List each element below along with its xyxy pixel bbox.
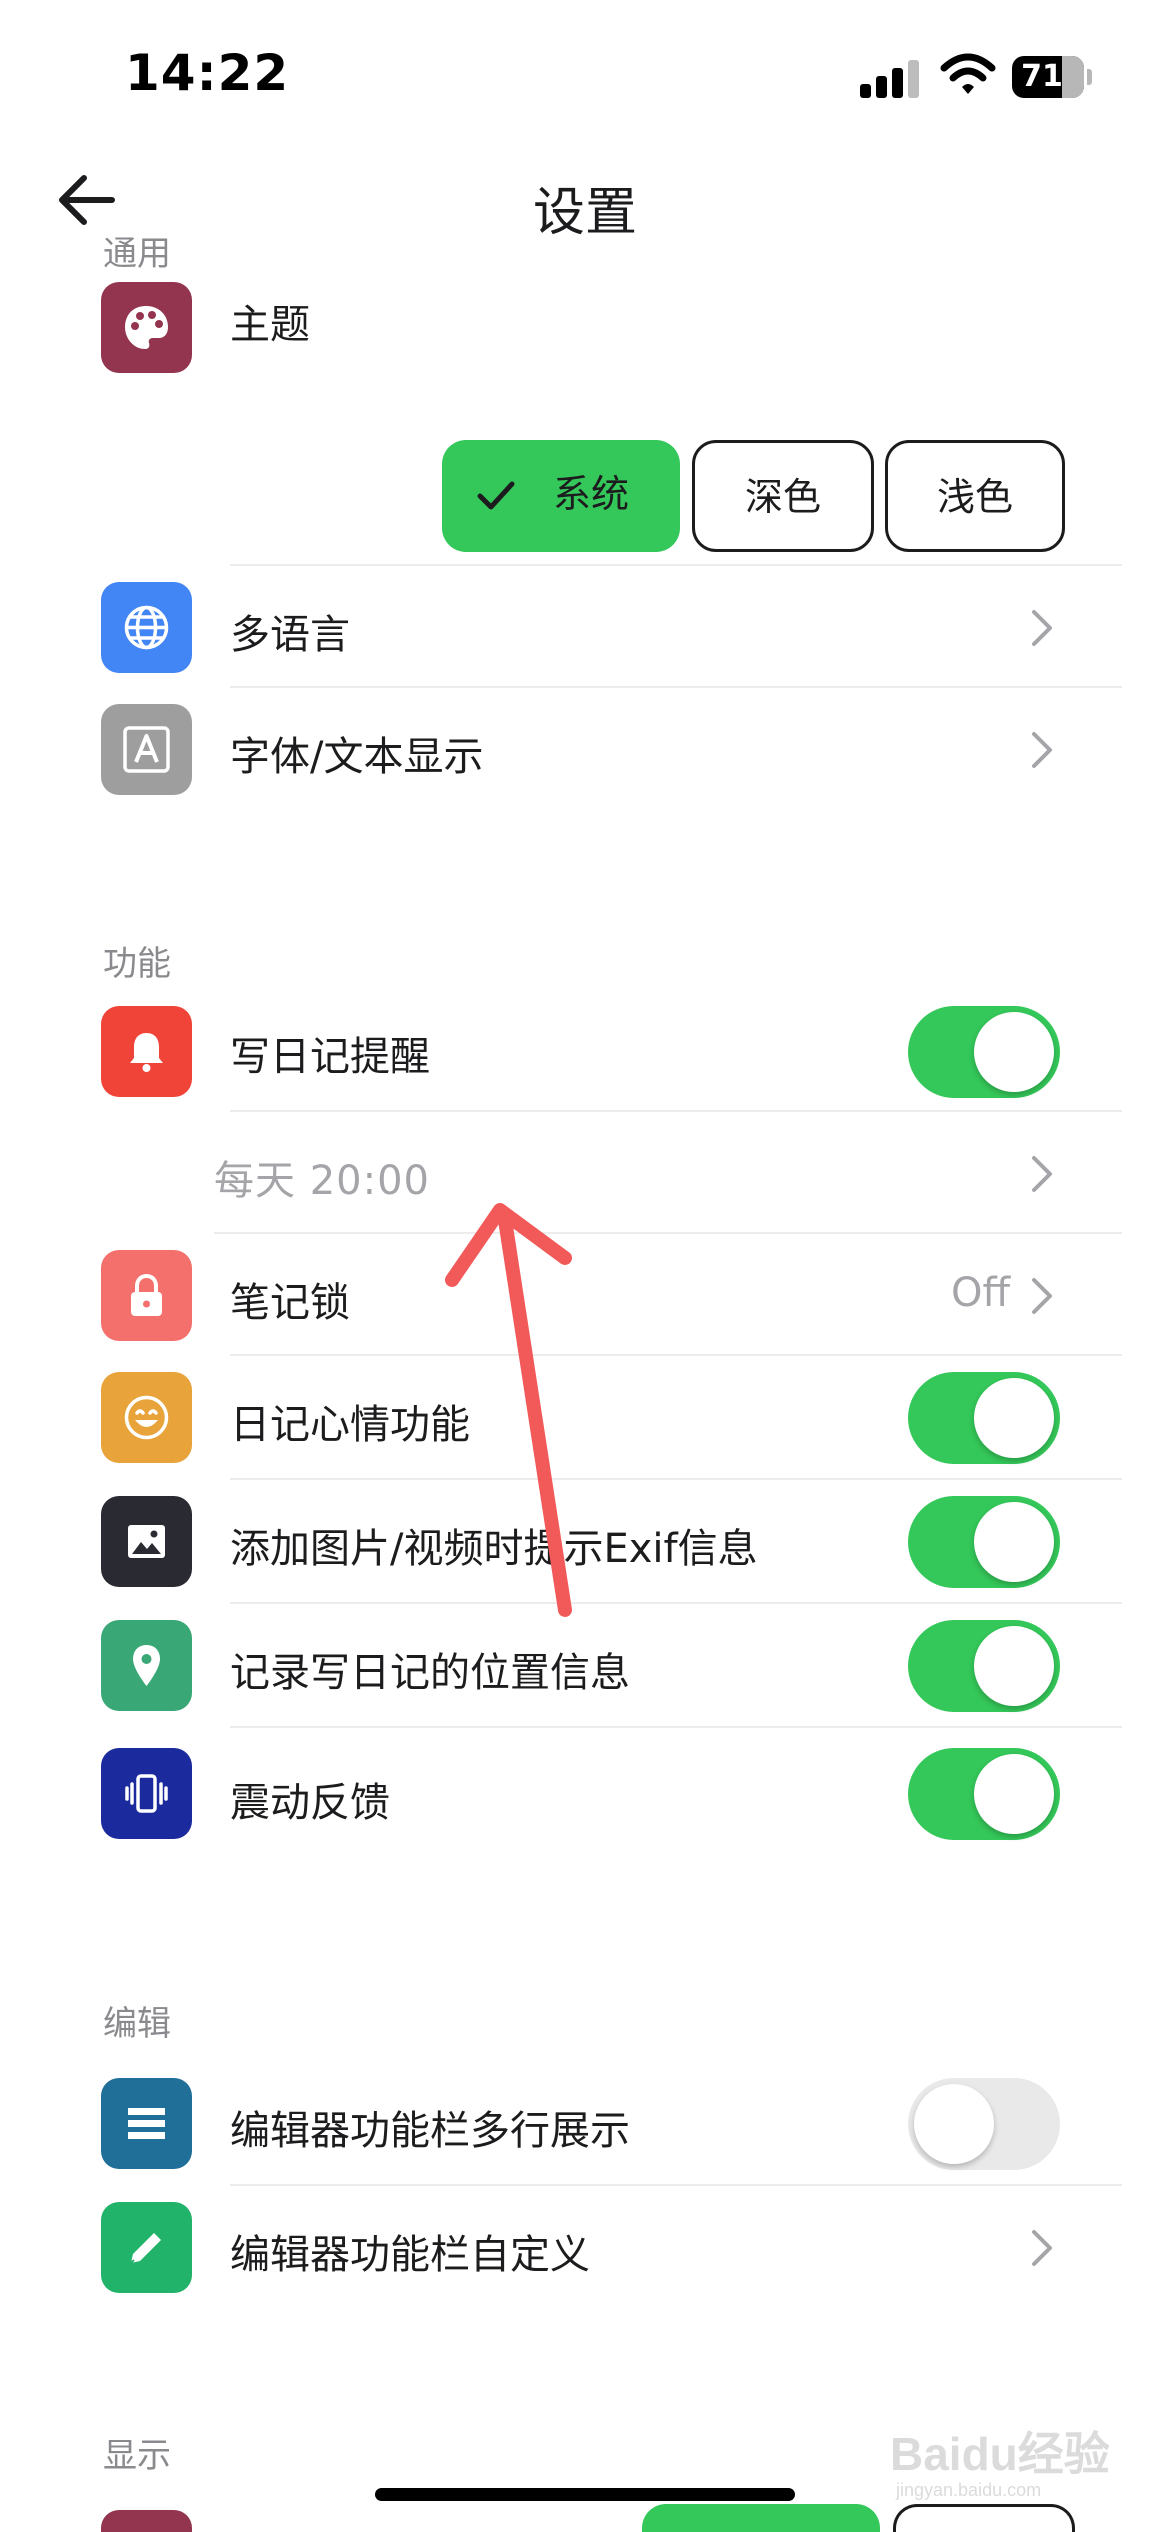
multiline-toggle[interactable] [908,2078,1060,2170]
section-header-display: 显示 [103,2436,171,2476]
theme-option-system[interactable]: 系统 [442,440,680,552]
customize-row[interactable]: 编辑器功能栏自定义 [0,2186,1170,2310]
customize-label: 编辑器功能栏自定义 [230,2232,590,2278]
note-lock-label: 笔记锁 [230,1280,350,1326]
haptic-label: 震动反馈 [230,1780,390,1826]
cellular-signal-icon [860,60,920,98]
display-row-icon [101,2510,192,2532]
chevron-right-icon [1032,2230,1052,2266]
vibration-icon [101,1748,192,1839]
multiline-row: 编辑器功能栏多行展示 [0,2062,1170,2186]
lock-icon [101,1250,192,1341]
pencil-icon [101,2202,192,2293]
toggle-knob [914,2084,994,2164]
watermark: Baidu经验 jingyan.baidu.com [890,2400,1120,2510]
language-label: 多语言 [230,612,350,658]
display-option-selected[interactable] [642,2504,880,2532]
multiline-label: 编辑器功能栏多行展示 [230,2108,630,2154]
chevron-right-icon [1032,1278,1052,1314]
toggle-knob [974,1754,1054,1834]
section-header-editor: 编辑 [103,2004,171,2044]
status-bar: 14:22 71 [0,0,1170,150]
theme-row: 主题 [0,270,1170,415]
watermark-text: Baidu经验 [890,2428,1110,2480]
theme-option-system-label: 系统 [552,472,629,516]
toggle-knob [974,1012,1054,1092]
watermark-sub: jingyan.baidu.com [896,2480,1042,2500]
mood-toggle[interactable] [908,1372,1060,1464]
menu-lines-icon [101,2078,192,2169]
location-pin-icon [101,1620,192,1711]
status-time: 14:22 [125,44,290,102]
toggle-knob [974,1378,1054,1458]
location-row: 记录写日记的位置信息 [0,1604,1170,1728]
chevron-right-icon [1032,732,1052,768]
palette-icon [101,282,192,373]
page-title: 设置 [532,183,637,243]
font-a-icon [101,704,192,795]
haptic-toggle[interactable] [908,1748,1060,1840]
globe-icon [101,582,192,673]
language-row[interactable]: 多语言 [0,566,1170,688]
theme-option-dark[interactable]: 深色 [692,440,874,552]
toggle-knob [974,1626,1054,1706]
toggle-knob [974,1502,1054,1582]
note-lock-value: Off [950,1270,1010,1316]
battery-icon: 71 [1012,56,1092,98]
chevron-right-icon [1032,610,1052,646]
font-label: 字体/文本显示 [230,734,484,780]
image-icon [101,1496,192,1587]
home-indicator[interactable] [375,2488,795,2501]
theme-option-light[interactable]: 浅色 [885,440,1065,552]
reminder-time-label: 每天 20:00 [214,1158,430,1204]
section-header-general: 通用 [103,234,171,274]
location-toggle[interactable] [908,1620,1060,1712]
reminder-label: 写日记提醒 [230,1034,430,1080]
chevron-right-icon [1032,1156,1052,1192]
section-header-features: 功能 [103,944,171,984]
bell-icon [101,1006,192,1097]
smiley-icon [101,1372,192,1463]
battery-level: 71 [1021,59,1063,94]
font-row[interactable]: 字体/文本显示 [0,688,1170,810]
haptic-row: 震动反馈 [0,1728,1170,1860]
location-label: 记录写日记的位置信息 [230,1650,630,1696]
reminder-toggle[interactable] [908,1006,1060,1098]
check-icon [477,481,515,510]
theme-label: 主题 [230,302,310,348]
exif-toggle[interactable] [908,1496,1060,1588]
annotation-arrow-icon [445,1203,572,1617]
wifi-icon [940,53,996,94]
reminder-row: 写日记提醒 [0,988,1170,1112]
